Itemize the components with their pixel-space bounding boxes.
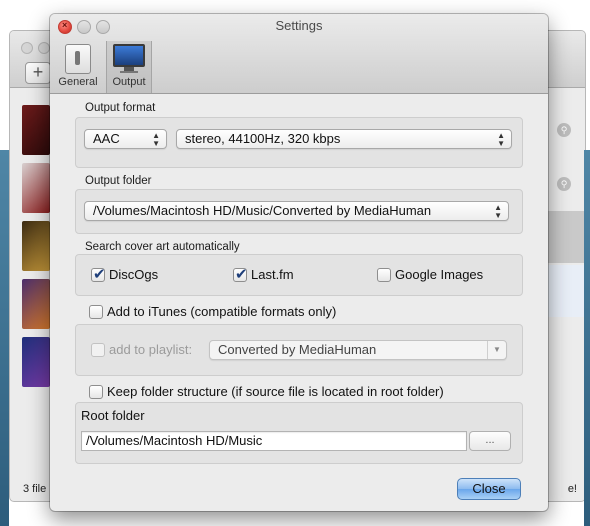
tab-output-label: Output: [112, 76, 146, 88]
monitor-icon: [113, 44, 145, 67]
keep-folder-structure-label: Keep folder structure (if source file is…: [107, 384, 444, 399]
playlist-group: add to playlist: Converted by MediaHuman…: [75, 324, 523, 376]
album-art-thumb: [22, 163, 50, 213]
add-to-itunes-checkbox[interactable]: [89, 305, 103, 319]
close-button[interactable]: Close: [457, 478, 521, 500]
playlist-combobox[interactable]: Converted by MediaHuman ▼: [209, 340, 507, 360]
settings-dialog: × Settings General Output Output format …: [50, 14, 548, 511]
format-select[interactable]: AAC ▲ ▼: [84, 129, 167, 149]
tab-general-label: General: [58, 76, 98, 88]
bg-minimize-light: [38, 42, 50, 54]
bg-row: [545, 265, 585, 317]
bg-add-button[interactable]: +: [25, 62, 51, 84]
preferences-toolbar: × Settings General Output: [50, 14, 548, 94]
output-folder-group: /Volumes/Macintosh HD/Music/Converted by…: [75, 189, 523, 234]
google-images-label: Google Images: [395, 267, 484, 282]
bg-close-light: [21, 42, 33, 54]
quality-select-value: stereo, 44100Hz, 320 kbps: [185, 131, 341, 146]
tab-output[interactable]: Output: [106, 41, 152, 93]
bg-track-list: [20, 100, 52, 395]
discogs-checkbox[interactable]: [91, 265, 106, 283]
output-folder-value: /Volumes/Macintosh HD/Music/Converted by…: [93, 203, 432, 218]
search-icon[interactable]: ⚲: [557, 123, 571, 137]
bg-row-selected: [545, 211, 585, 263]
root-folder-label: Root folder: [81, 408, 145, 423]
output-settings-panel: Output format AAC ▲ ▼ stereo, 44100Hz, 32…: [50, 94, 548, 511]
updown-arrows-icon: ▲ ▼: [494, 203, 502, 220]
window-title: Settings: [275, 18, 323, 33]
bg-status-left: 3 file: [23, 483, 47, 495]
album-art-thumb: [22, 337, 50, 387]
output-format-label: Output format: [85, 102, 156, 114]
lastfm-checkbox[interactable]: [233, 265, 248, 283]
google-images-checkbox[interactable]: [377, 268, 391, 282]
quality-select[interactable]: stereo, 44100Hz, 320 kbps ▲ ▼: [176, 129, 512, 149]
format-select-value: AAC: [93, 131, 120, 146]
switch-icon: [65, 44, 91, 74]
discogs-label: DiscOgs: [109, 267, 159, 282]
search-icon[interactable]: ⚲: [557, 177, 571, 191]
playlist-value: Converted by MediaHuman: [218, 342, 377, 357]
updown-arrows-icon: ▲ ▼: [152, 131, 160, 148]
root-folder-field[interactable]: /Volumes/Macintosh HD/Music: [81, 431, 467, 451]
desktop-background: [0, 150, 9, 526]
cover-art-group: DiscOgs Last.fm Google Images: [75, 254, 523, 296]
cover-art-label: Search cover art automatically: [85, 241, 240, 253]
album-art-thumb: [22, 105, 50, 155]
tab-general[interactable]: General: [56, 41, 100, 89]
add-to-playlist-checkbox[interactable]: [91, 343, 105, 357]
add-to-itunes-label: Add to iTunes (compatible formats only): [107, 304, 337, 319]
output-folder-select[interactable]: /Volumes/Macintosh HD/Music/Converted by…: [84, 201, 509, 221]
bg-status-right: e!: [567, 483, 577, 495]
root-folder-group: Root folder /Volumes/Macintosh HD/Music …: [75, 402, 523, 464]
desktop-background: [584, 150, 590, 526]
keep-folder-structure-checkbox[interactable]: [89, 385, 103, 399]
lastfm-label: Last.fm: [251, 267, 294, 282]
chevron-down-icon[interactable]: ▼: [487, 341, 506, 359]
album-art-thumb: [22, 279, 50, 329]
browse-button[interactable]: ...: [469, 431, 511, 451]
output-folder-label: Output folder: [85, 175, 152, 187]
updown-arrows-icon: ▲ ▼: [497, 131, 505, 148]
album-art-thumb: [22, 221, 50, 271]
add-to-playlist-label: add to playlist:: [109, 342, 193, 357]
output-format-group: AAC ▲ ▼ stereo, 44100Hz, 320 kbps ▲ ▼: [75, 117, 523, 168]
